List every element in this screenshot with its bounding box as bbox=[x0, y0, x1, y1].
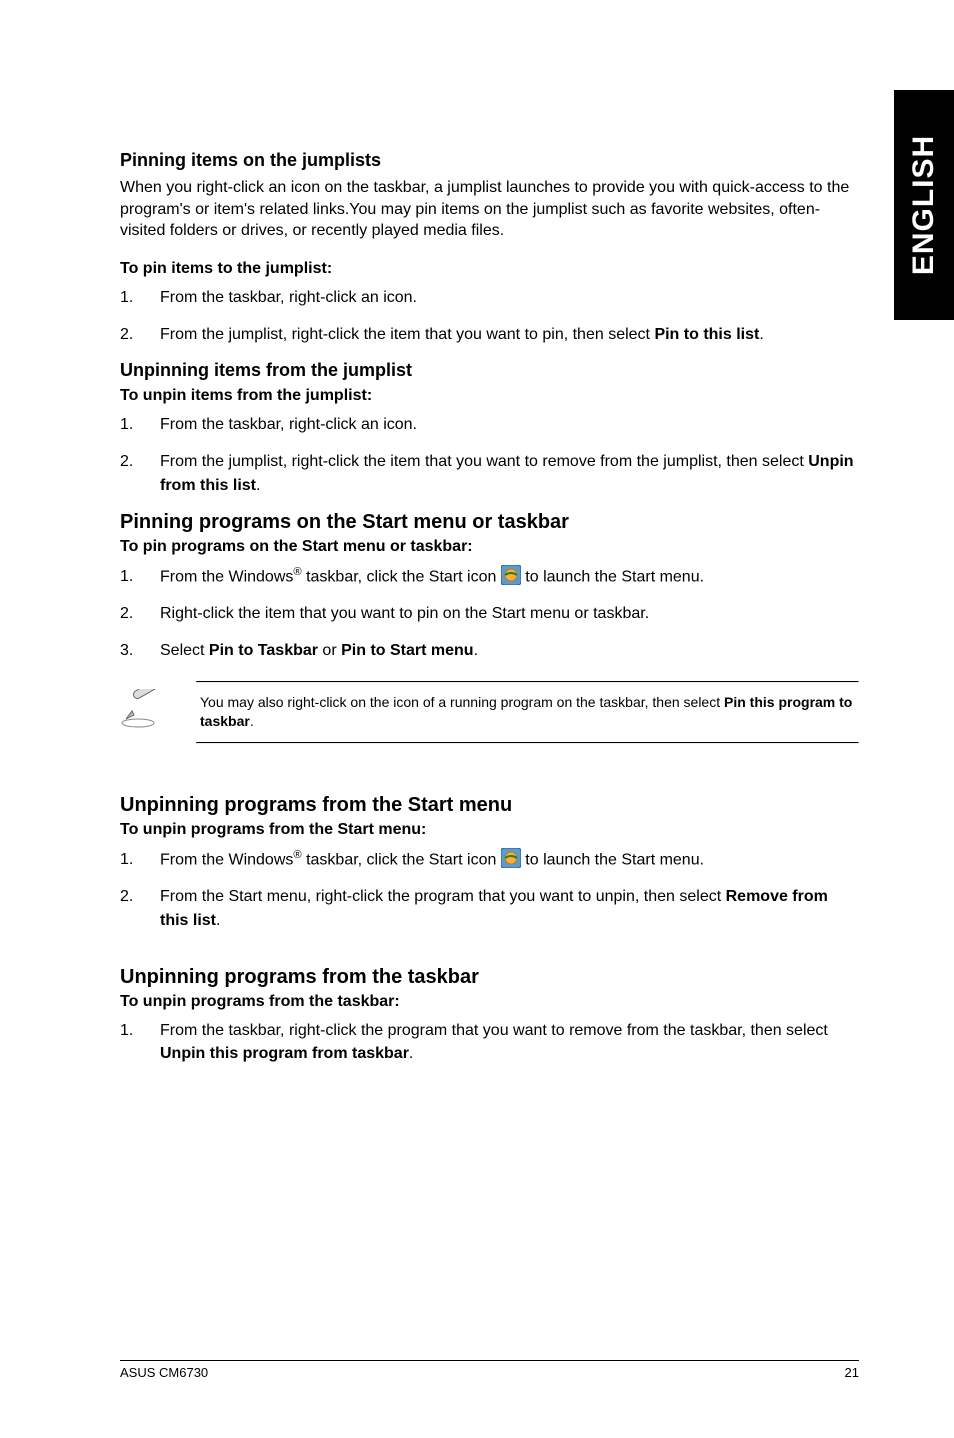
step-number: 1. bbox=[120, 565, 160, 588]
note-rule-bottom bbox=[196, 742, 859, 744]
step-text: From the Windows® taskbar, click the Sta… bbox=[160, 564, 859, 589]
step-text: From the taskbar, right-click an icon. bbox=[160, 286, 859, 309]
step-text: From the jumplist, right-click the item … bbox=[160, 323, 859, 346]
step: 1. From the taskbar, right-click the pro… bbox=[120, 1019, 859, 1065]
procedure-heading-pin-programs: To pin programs on the Start menu or tas… bbox=[120, 538, 859, 556]
step: 3. Select Pin to Taskbar or Pin to Start… bbox=[120, 639, 859, 662]
heading-pin-jumplist: Pinning items on the jumplists bbox=[120, 150, 859, 171]
step-number: 1. bbox=[120, 1019, 160, 1042]
step-text: From the jumplist, right-click the item … bbox=[160, 450, 859, 496]
steps-unpin-taskbar: 1. From the taskbar, right-click the pro… bbox=[120, 1019, 859, 1065]
step-number: 1. bbox=[120, 286, 160, 309]
heading-unpin-startmenu: Unpinning programs from the Start menu bbox=[120, 794, 859, 817]
step: 2. From the Start menu, right-click the … bbox=[120, 885, 859, 931]
step-text: From the Start menu, right-click the pro… bbox=[160, 885, 859, 931]
steps-pin-jumplist: 1. From the taskbar, right-click an icon… bbox=[120, 286, 859, 346]
step-number: 2. bbox=[120, 323, 160, 346]
intro-pin-jumplist: When you right-click an icon on the task… bbox=[120, 177, 859, 242]
step-number: 1. bbox=[120, 413, 160, 436]
step: 1. From the Windows® taskbar, click the … bbox=[120, 847, 859, 872]
step-text: From the taskbar, right-click an icon. bbox=[160, 413, 859, 436]
note-block: You may also right-click on the icon of … bbox=[120, 681, 859, 744]
steps-unpin-startmenu: 1. From the Windows® taskbar, click the … bbox=[120, 847, 859, 932]
step: 2. From the jumplist, right-click the it… bbox=[120, 323, 859, 346]
note-content-wrap: You may also right-click on the icon of … bbox=[196, 681, 859, 744]
step-number: 2. bbox=[120, 602, 160, 625]
step-number: 2. bbox=[120, 885, 160, 908]
procedure-heading-pin-jumplist: To pin items to the jumplist: bbox=[120, 260, 859, 278]
footer-left: ASUS CM6730 bbox=[120, 1365, 208, 1380]
windows-start-icon bbox=[501, 848, 521, 868]
step-text: Select Pin to Taskbar or Pin to Start me… bbox=[160, 639, 859, 662]
step-number: 3. bbox=[120, 639, 160, 662]
heading-unpin-jumplist: Unpinning items from the jumplist bbox=[120, 360, 859, 381]
page-footer: ASUS CM6730 21 bbox=[120, 1360, 859, 1380]
heading-unpin-taskbar: Unpinning programs from the taskbar bbox=[120, 966, 859, 989]
page-content: Pinning items on the jumplists When you … bbox=[0, 0, 954, 1065]
procedure-heading-unpin-taskbar: To unpin programs from the taskbar: bbox=[120, 993, 859, 1011]
step-number: 1. bbox=[120, 848, 160, 871]
steps-pin-programs: 1. From the Windows® taskbar, click the … bbox=[120, 564, 859, 663]
step-number: 2. bbox=[120, 450, 160, 473]
heading-pin-programs: Pinning programs on the Start menu or ta… bbox=[120, 511, 859, 534]
step: 2. Right-click the item that you want to… bbox=[120, 602, 859, 625]
step-text: Right-click the item that you want to pi… bbox=[160, 602, 859, 625]
procedure-heading-unpin-startmenu: To unpin programs from the Start menu: bbox=[120, 821, 859, 839]
footer-page-number: 21 bbox=[845, 1365, 859, 1380]
step: 2. From the jumplist, right-click the it… bbox=[120, 450, 859, 496]
windows-start-icon bbox=[501, 565, 521, 585]
note-text: You may also right-click on the icon of … bbox=[196, 683, 859, 742]
pencil-note-icon bbox=[120, 681, 168, 734]
step-text: From the taskbar, right-click the progra… bbox=[160, 1019, 859, 1065]
step: 1. From the Windows® taskbar, click the … bbox=[120, 564, 859, 589]
step: 1. From the taskbar, right-click an icon… bbox=[120, 286, 859, 309]
step: 1. From the taskbar, right-click an icon… bbox=[120, 413, 859, 436]
step-text: From the Windows® taskbar, click the Sta… bbox=[160, 847, 859, 872]
steps-unpin-jumplist: 1. From the taskbar, right-click an icon… bbox=[120, 413, 859, 497]
procedure-heading-unpin-jumplist: To unpin items from the jumplist: bbox=[120, 387, 859, 405]
